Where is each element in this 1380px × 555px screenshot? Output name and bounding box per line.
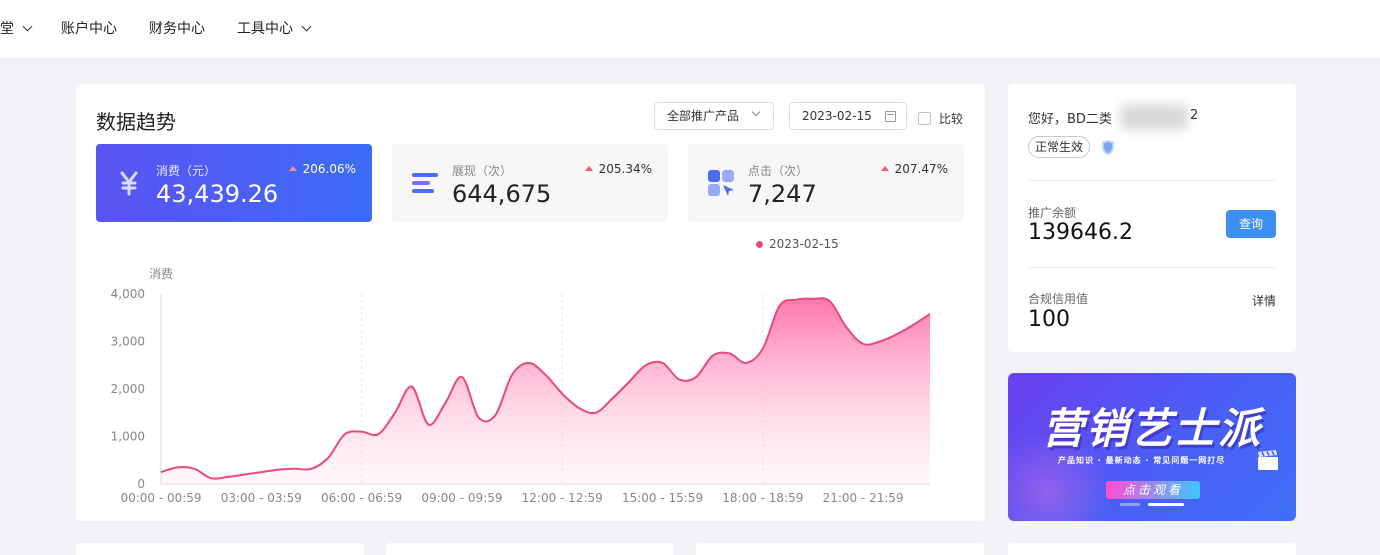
carousel-dot-active[interactable] <box>1148 503 1184 506</box>
status-badge: 正常生效 <box>1028 136 1091 158</box>
nav-item-tool-center[interactable]: 工具中心 <box>237 18 312 38</box>
y-tick-label: 0 <box>137 477 145 491</box>
nav-item-finance-center[interactable]: 财务中心 <box>149 18 205 38</box>
banner-subtitle: 产品知识 · 最新动态 · 常见问题一网打尽 <box>1058 456 1226 465</box>
nav-item-label: 堂 <box>0 21 14 37</box>
shield-icon[interactable] <box>1100 139 1116 156</box>
y-tick-label: 3,000 <box>111 335 145 349</box>
detail-link[interactable]: 详情 <box>1252 292 1276 309</box>
promo-banner[interactable]: 营销艺士派 产品知识 · 最新动态 · 常见问题一网打尽 点击观看 <box>1008 373 1296 521</box>
area-fill <box>161 298 930 484</box>
y-tick-label: 1,000 <box>111 430 145 444</box>
x-tick-label: 09:00 - 09:59 <box>421 491 502 505</box>
credit-label: 合规信用值 <box>1028 292 1089 306</box>
carousel-dot[interactable] <box>1120 503 1140 506</box>
nav-item-label: 工具中心 <box>237 21 293 37</box>
balance-value: 139646.2 <box>1028 220 1133 245</box>
greeting-tail-text: 2 <box>1190 108 1199 123</box>
nav-item-workbench[interactable]: 堂 <box>0 18 33 38</box>
x-tick-label: 15:00 - 15:59 <box>622 491 703 505</box>
bottom-card <box>76 543 364 555</box>
bottom-card <box>1008 543 1296 555</box>
bottom-card <box>696 543 984 555</box>
query-button[interactable]: 查询 <box>1226 210 1276 238</box>
greeting-text: 您好，BD二类 <box>1028 112 1112 127</box>
x-tick-label: 21:00 - 21:59 <box>823 491 904 505</box>
y-tick-label: 2,000 <box>111 382 145 396</box>
nav-item-account-center[interactable]: 账户中心 <box>61 18 117 38</box>
redacted-name-mask <box>1120 104 1188 130</box>
data-trend-card: 数据趋势 全部推广产品 2023-02-15 比较 消费（元） 43,439.2… <box>76 84 985 521</box>
divider <box>1028 180 1276 181</box>
account-info-card: 您好，BD二类 2 正常生效 推广余额 139646.2 查询 合规信用值 10… <box>1008 84 1296 352</box>
chevron-down-icon <box>301 21 312 31</box>
bottom-card <box>386 543 674 555</box>
x-tick-label: 03:00 - 03:59 <box>221 491 302 505</box>
x-tick-label: 00:00 - 00:59 <box>120 491 201 505</box>
x-tick-label: 12:00 - 12:59 <box>522 491 603 505</box>
watch-now-button[interactable]: 点击观看 <box>1106 481 1200 499</box>
y-tick-label: 4,000 <box>111 287 145 301</box>
chevron-down-icon <box>22 21 33 31</box>
divider <box>1028 267 1276 268</box>
credit-value: 100 <box>1028 307 1070 332</box>
clapperboard-icon <box>1258 450 1278 470</box>
x-tick-label: 06:00 - 06:59 <box>321 491 402 505</box>
top-navigation: 堂 账户中心 财务中心 工具中心 <box>0 0 1380 58</box>
banner-title: 营销艺士派 <box>1041 404 1262 453</box>
nav-item-label: 账户中心 <box>61 21 117 37</box>
balance-label: 推广余额 <box>1028 206 1077 220</box>
x-tick-label: 18:00 - 18:59 <box>722 491 803 505</box>
spend-trend-chart[interactable]: 0 1,000 2,000 3,000 4,000 00:00 - 00:59 03:00 … <box>76 84 985 521</box>
nav-item-label: 财务中心 <box>149 21 205 37</box>
